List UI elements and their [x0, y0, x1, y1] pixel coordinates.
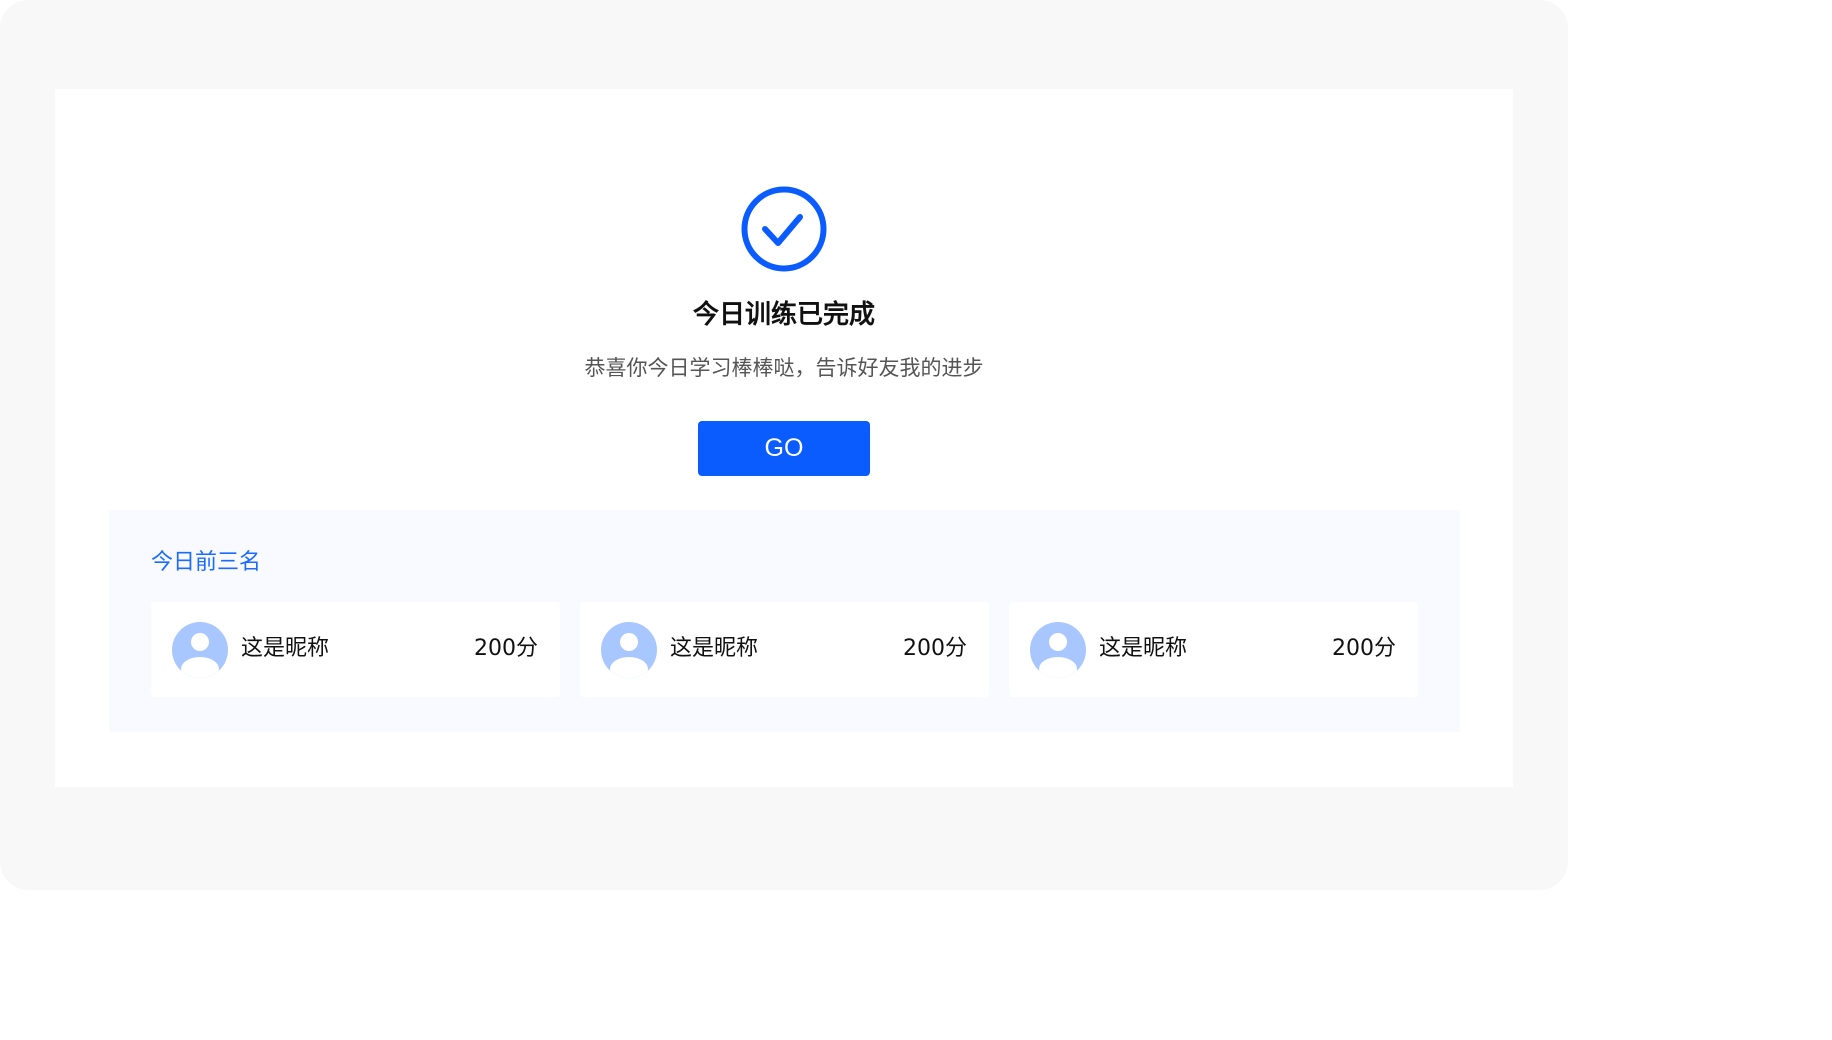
rank-nickname: 这是昵称 [241, 636, 330, 661]
rank-score: 200分 [1332, 636, 1396, 661]
rank-score: 200分 [474, 636, 538, 661]
page-background: 今日训练已完成 恭喜你今日学习棒棒哒，告诉好友我的进步 GO 今日前三名 这是昵… [0, 0, 1568, 890]
check-circle-icon [741, 186, 827, 272]
go-button[interactable]: GO [698, 421, 870, 476]
rank-card[interactable]: 这是昵称 200分 [1009, 602, 1418, 697]
ranking-title: 今日前三名 [151, 550, 262, 575]
rank-nickname: 这是昵称 [1099, 636, 1188, 661]
rank-score: 200分 [903, 636, 967, 661]
ranking-panel: 今日前三名 这是昵称 200分 这是昵称 200分 这是昵称 200分 [109, 510, 1460, 732]
user-avatar-icon [601, 622, 657, 678]
user-avatar-icon [1030, 622, 1086, 678]
rank-nickname: 这是昵称 [670, 636, 759, 661]
result-subtitle: 恭喜你今日学习棒棒哒，告诉好友我的进步 [584, 356, 984, 380]
user-avatar-icon [172, 622, 228, 678]
rank-card[interactable]: 这是昵称 200分 [151, 602, 560, 697]
result-title: 今日训练已完成 [692, 300, 875, 330]
result-card: 今日训练已完成 恭喜你今日学习棒棒哒，告诉好友我的进步 GO 今日前三名 这是昵… [55, 89, 1513, 787]
rank-card[interactable]: 这是昵称 200分 [580, 602, 989, 697]
